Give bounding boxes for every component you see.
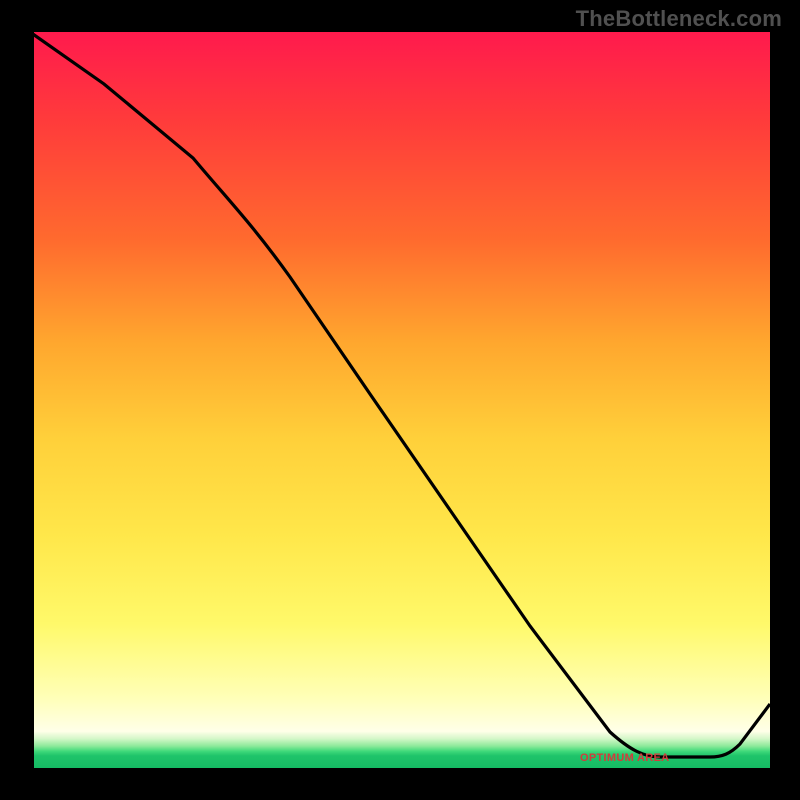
series-curve bbox=[30, 32, 770, 757]
optimum-area-label: OPTIMUM AREA bbox=[580, 752, 669, 764]
chart-line bbox=[30, 32, 770, 772]
watermark-text: TheBottleneck.com bbox=[576, 6, 782, 32]
chart-frame: TheBottleneck.com OPTIMUM AREA bbox=[0, 0, 800, 800]
